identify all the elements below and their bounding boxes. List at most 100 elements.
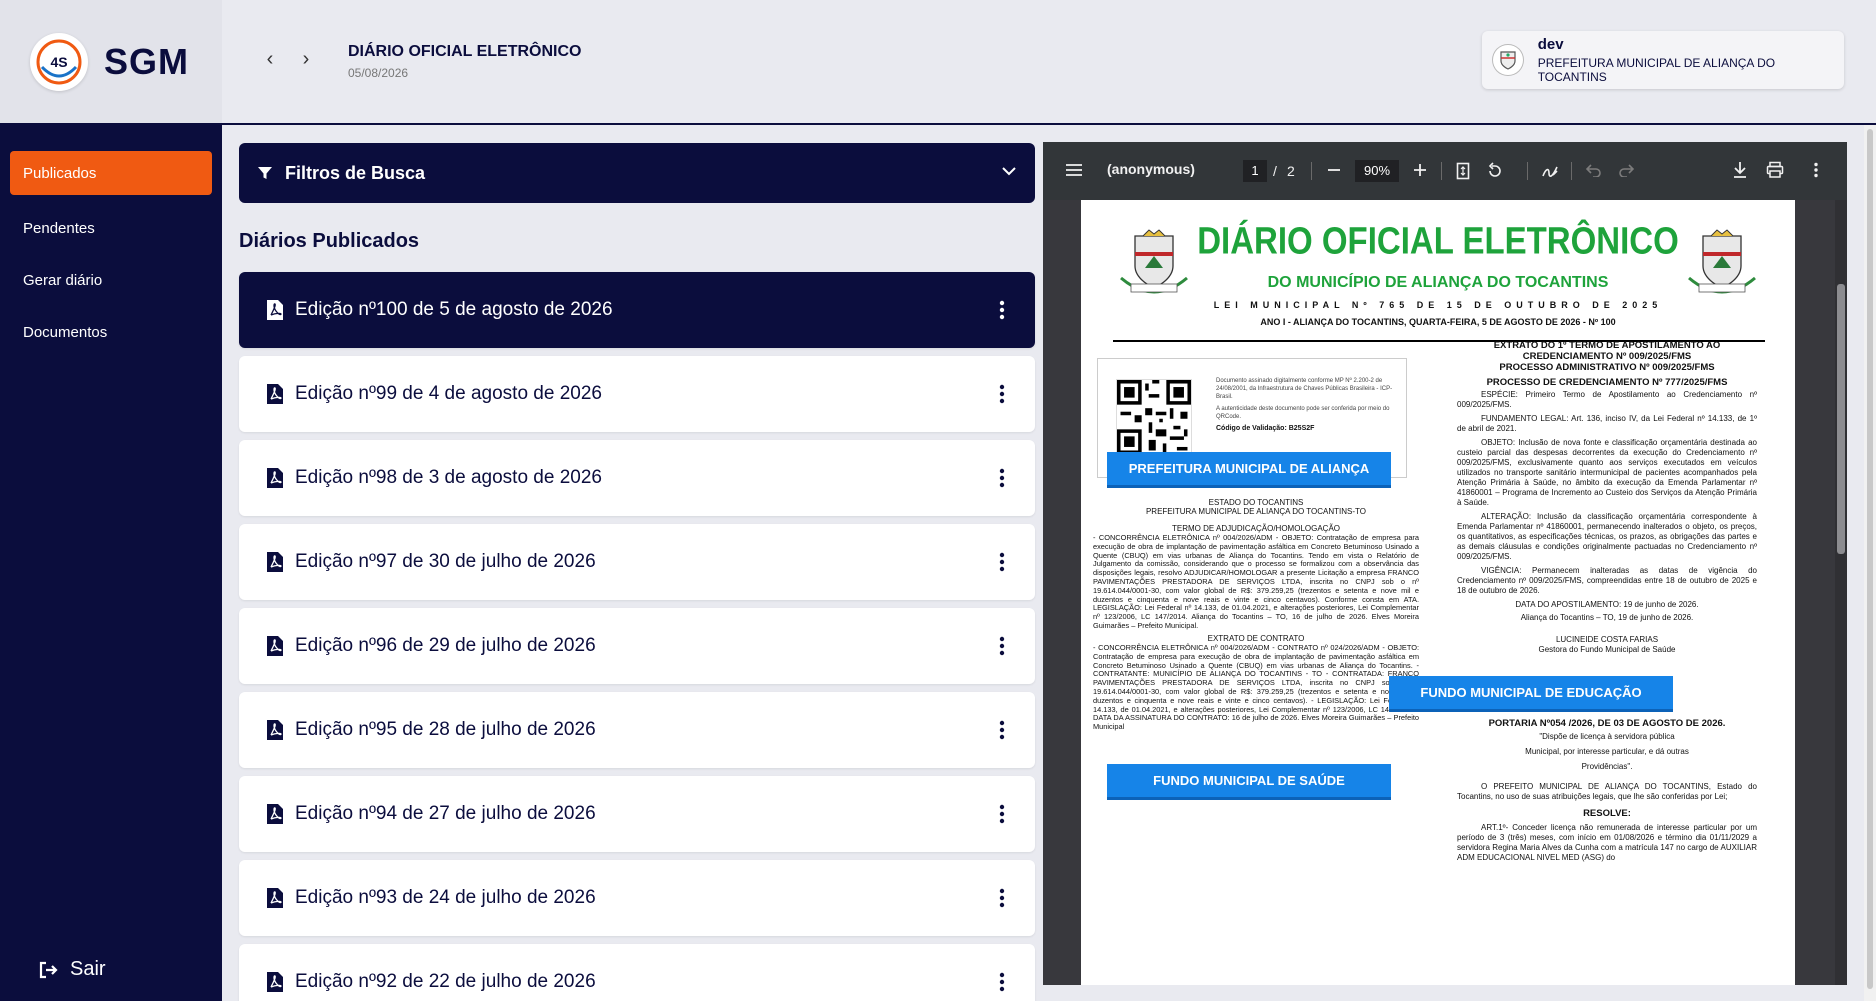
- edition-label: Edição nº97 de 30 de julho de 2026: [295, 551, 596, 572]
- section-banner: PREFEITURA MUNICIPAL DE ALIANÇA: [1107, 452, 1391, 488]
- pdf-paragraph: OBJETO: Inclusão de nova fonte e classif…: [1457, 438, 1757, 507]
- logo-badge-text: 4S: [50, 54, 67, 70]
- edition-label: Edição nº93 de 24 de julho de 2026: [295, 887, 596, 908]
- section-title: Diários Publicados: [239, 230, 420, 252]
- print-icon[interactable]: [1766, 161, 1784, 179]
- kebab-menu-icon[interactable]: [999, 552, 1005, 572]
- edition-item[interactable]: Edição nº99 de 4 de agosto de 2026: [239, 356, 1035, 432]
- top-bar: 4S SGM ‹ › DIÁRIO OFICIAL ELETRÔNICO 05/…: [0, 0, 1876, 125]
- pdf-file-icon: [267, 972, 283, 992]
- page-separator: /: [1273, 163, 1277, 179]
- pdf-doc-title: (anonymous): [1107, 161, 1195, 177]
- edition-label: Edição nº92 de 22 de julho de 2026: [295, 971, 596, 992]
- pdf-page: DIÁRIO OFICIAL ELETRÔNICO DO MUNICÍPIO D…: [1081, 200, 1795, 985]
- pdf-date-line: Aliança do Tocantins – TO, 19 de junho d…: [1520, 613, 1694, 622]
- kebab-menu-icon[interactable]: [999, 636, 1005, 656]
- user-card[interactable]: dev PREFEITURA MUNICIPAL DE ALIANÇA DO T…: [1482, 31, 1844, 89]
- chevron-right-icon[interactable]: ›: [298, 48, 314, 71]
- toolbar-divider: [1571, 162, 1572, 180]
- signature-text: Documento assinado digitalmente conforme…: [1216, 378, 1393, 400]
- kebab-menu-icon[interactable]: [999, 300, 1005, 320]
- kebab-menu-icon[interactable]: [999, 384, 1005, 404]
- zoom-out-icon[interactable]: [1327, 163, 1341, 177]
- undo-icon[interactable]: [1586, 163, 1602, 177]
- toolbar-divider: [1527, 162, 1528, 180]
- zoom-input[interactable]: 90%: [1355, 160, 1399, 182]
- filters-title: Filtros de Busca: [285, 162, 426, 183]
- edition-item[interactable]: Edição nº93 de 24 de julho de 2026: [239, 860, 1035, 936]
- pdf-state: ESTADO DO TOCANTINS: [1208, 498, 1304, 507]
- pdf-prefeitura: PREFEITURA MUNICIPAL DE ALIANÇA DO TOCAN…: [1145, 507, 1367, 516]
- pdf-file-icon: [267, 888, 283, 908]
- fit-page-icon[interactable]: [1456, 162, 1470, 180]
- kebab-menu-icon[interactable]: [999, 804, 1005, 824]
- sidebar: Publicados Pendentes Gerar diário Docume…: [0, 125, 222, 1001]
- logout-icon: [39, 961, 58, 978]
- download-icon[interactable]: [1732, 161, 1748, 179]
- history-nav: ‹ ›: [262, 48, 314, 71]
- sidebar-item-documentos[interactable]: Documentos: [10, 310, 212, 354]
- sidebar-item-pendentes[interactable]: Pendentes: [10, 206, 212, 250]
- page-date: 05/08/2026: [348, 66, 409, 80]
- pdf-termo-title: TERMO DE ADJUDICAÇÃO/HOMOLOGAÇÃO: [1171, 524, 1341, 533]
- scrollbar-thumb[interactable]: [1837, 284, 1845, 554]
- pdf-paragraph: ALTERAÇÃO: Inclusão da classificação orç…: [1457, 512, 1757, 561]
- section-banner: FUNDO MUNICIPAL DE EDUCAÇÃO: [1389, 676, 1673, 712]
- pdf-file-icon: [267, 300, 283, 320]
- app-name: SGM: [104, 40, 190, 82]
- page-scrollbar[interactable]: [1864, 125, 1876, 1001]
- pdf-extrato-title: EXTRATO DE CONTRATO: [1207, 634, 1305, 643]
- page-scrollbar-thumb[interactable]: [1867, 129, 1873, 989]
- app-logo[interactable]: 4S SGM: [0, 0, 222, 123]
- pdf-ementa: Providências".: [1581, 762, 1633, 771]
- more-options-icon[interactable]: [1813, 162, 1819, 178]
- edition-label: Edição nº96 de 29 de julho de 2026: [295, 635, 596, 656]
- edition-item[interactable]: Edição nº94 de 27 de julho de 2026: [239, 776, 1035, 852]
- filter-icon: [258, 167, 272, 179]
- sidebar-item-gerar-diario[interactable]: Gerar diário: [10, 258, 212, 302]
- edition-label: Edição nº94 de 27 de julho de 2026: [295, 803, 596, 824]
- pdf-file-icon: [267, 636, 283, 656]
- pdf-toolbar: (anonymous) 1 / 2 90%: [1043, 142, 1847, 200]
- pdf-date-line: DATA DO APOSTILAMENTO: 19 de junho de 20…: [1515, 600, 1699, 609]
- edition-item[interactable]: Edição nº100 de 5 de agosto de 2026: [239, 272, 1035, 348]
- chevron-left-icon[interactable]: ‹: [262, 48, 278, 71]
- municipality-emblem-icon: [1492, 44, 1524, 76]
- kebab-menu-icon[interactable]: [999, 720, 1005, 740]
- pdf-resolve: RESOLVE:: [1583, 808, 1631, 819]
- kebab-menu-icon[interactable]: [999, 888, 1005, 908]
- edition-item[interactable]: Edição nº92 de 22 de julho de 2026: [239, 944, 1035, 1001]
- toolbar-divider: [1441, 162, 1442, 180]
- pdf-file-icon: [267, 384, 283, 404]
- search-filters-toggle[interactable]: Filtros de Busca: [239, 143, 1035, 203]
- user-name: dev: [1537, 36, 1564, 53]
- kebab-menu-icon[interactable]: [999, 468, 1005, 488]
- chevron-down-icon: [1002, 167, 1016, 176]
- logo-mark-icon: 4S: [36, 39, 82, 84]
- edition-item[interactable]: Edição nº95 de 28 de julho de 2026: [239, 692, 1035, 768]
- authenticity-text: A autenticidade deste documento pode ser…: [1216, 406, 1390, 420]
- page-number-input[interactable]: 1: [1243, 160, 1267, 182]
- edition-item[interactable]: Edição nº96 de 29 de julho de 2026: [239, 608, 1035, 684]
- edition-item[interactable]: Edição nº98 de 3 de agosto de 2026: [239, 440, 1035, 516]
- validation-code: Código de Validação: B25S2F: [1216, 425, 1315, 432]
- sidebar-menu-icon[interactable]: [1065, 162, 1083, 178]
- edition-label: Edição nº99 de 4 de agosto de 2026: [295, 383, 602, 404]
- rotate-icon[interactable]: [1486, 162, 1504, 180]
- pdf-paragraph: O PREFEITO MUNICIPAL DE ALIANÇA DO TOCAN…: [1457, 782, 1757, 801]
- kebab-menu-icon[interactable]: [999, 972, 1005, 992]
- logo-badge: 4S: [30, 32, 88, 91]
- annotate-icon[interactable]: [1541, 162, 1559, 180]
- pdf-paragraph: VIGÊNCIA: Permanecem inalteradas as data…: [1457, 566, 1757, 595]
- total-pages: 2: [1287, 163, 1295, 179]
- edition-item[interactable]: Edição nº97 de 30 de julho de 2026: [239, 524, 1035, 600]
- pdf-file-icon: [267, 804, 283, 824]
- redo-icon[interactable]: [1618, 163, 1634, 177]
- pdf-signer-role: Gestora do Fundo Municipal de Saúde: [1538, 645, 1676, 654]
- pdf-scrollbar[interactable]: [1835, 200, 1847, 985]
- sidebar-item-publicados[interactable]: Publicados: [10, 151, 212, 195]
- logout-button[interactable]: Sair: [38, 958, 106, 981]
- pdf-file-icon: [267, 468, 283, 488]
- zoom-in-icon[interactable]: [1413, 163, 1427, 177]
- edition-label: Edição nº95 de 28 de julho de 2026: [295, 719, 596, 740]
